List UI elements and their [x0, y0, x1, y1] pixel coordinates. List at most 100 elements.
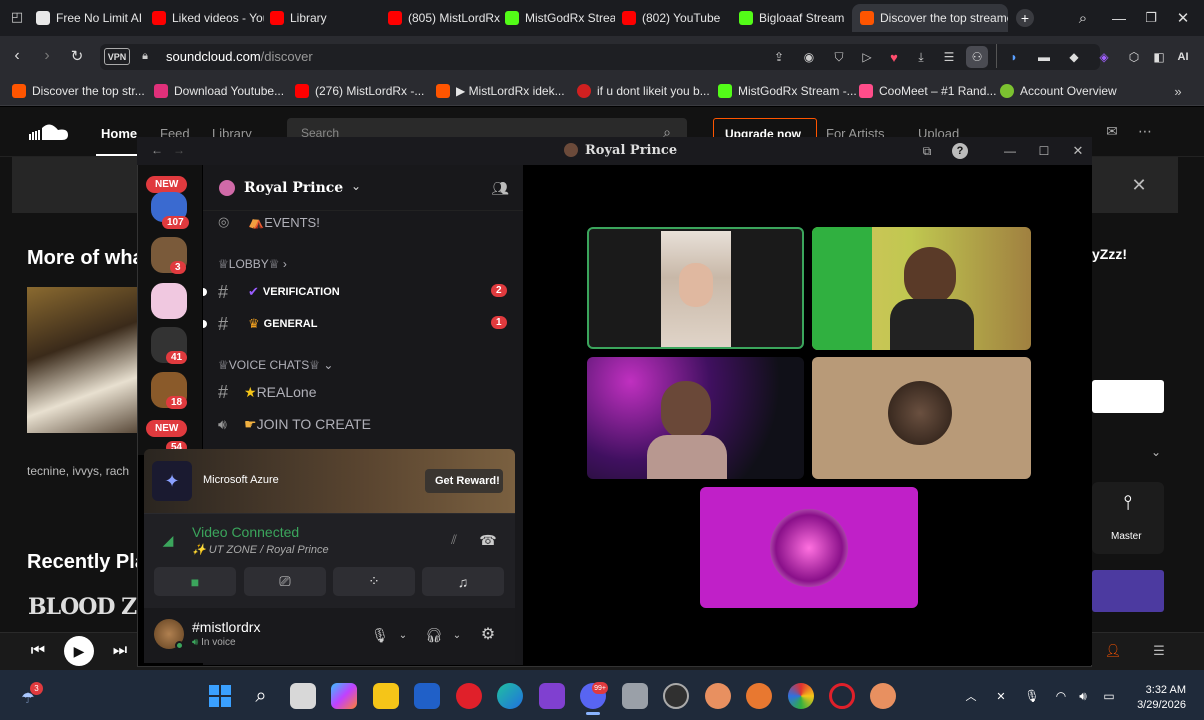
back-arrow-icon[interactable]: ←: [150, 143, 164, 157]
extension-mask-icon[interactable]: ▬: [1035, 48, 1053, 66]
sidebar-toggle-icon[interactable]: ◰: [8, 8, 26, 26]
close-icon[interactable]: ✕: [1070, 143, 1086, 159]
more-icon[interactable]: ⋯: [1136, 122, 1154, 140]
screen-share-button[interactable]: ⎚: [244, 567, 326, 596]
forward-arrow-icon[interactable]: →: [172, 143, 186, 157]
microphone-icon[interactable]: 🎙︎: [371, 626, 389, 644]
clock-time[interactable]: 3:32 AM: [1140, 684, 1186, 696]
app-icon[interactable]: [746, 683, 772, 709]
disconnect-icon[interactable]: ☎: [478, 531, 498, 549]
microphone-icon[interactable]: 🎙︎: [1024, 689, 1039, 703]
previous-icon[interactable]: ⏮︎: [28, 641, 48, 661]
chevron-down-icon[interactable]: ⌄: [451, 626, 463, 644]
heart-icon[interactable]: ♥: [885, 48, 903, 66]
chevron-down-icon[interactable]: ⌄: [1148, 444, 1164, 460]
follow-user-icon[interactable]: 👤︎: [1104, 642, 1122, 660]
bookmark-download-youtube[interactable]: Download Youtube...: [154, 81, 284, 101]
forward-arrow-icon[interactable]: ›: [38, 47, 56, 65]
maximize-icon[interactable]: ☐: [1036, 143, 1052, 159]
wifi-icon[interactable]: ◠: [1054, 689, 1068, 703]
close-icon[interactable]: ✕: [1174, 9, 1192, 27]
help-icon[interactable]: ?: [952, 143, 968, 159]
noise-suppression-icon[interactable]: ⫽: [444, 531, 464, 549]
master-card[interactable]: ⫯ Master: [1092, 482, 1164, 554]
chevron-up-icon[interactable]: ︿: [964, 689, 978, 703]
extension-diamond-icon[interactable]: ◆: [1065, 48, 1083, 66]
channel-join-to-create[interactable]: 🔊︎ ☛ JOIN TO CREATE: [218, 412, 371, 436]
outlook-icon[interactable]: [414, 683, 440, 709]
app-icon[interactable]: [705, 683, 731, 709]
follow-button[interactable]: [1092, 380, 1164, 413]
play-pause-icon[interactable]: ▶: [64, 636, 94, 666]
vpn-badge[interactable]: VPN: [104, 48, 130, 65]
tab-bigloaaf-stream[interactable]: Bigloaaf Stream: [739, 4, 849, 32]
video-tile[interactable]: [812, 227, 1031, 350]
copilot-icon[interactable]: [331, 683, 357, 709]
soundboard-button[interactable]: ♫: [422, 567, 504, 596]
chrome-icon[interactable]: [788, 683, 814, 709]
ai-button[interactable]: AI: [1168, 46, 1198, 68]
promo-banner[interactable]: ✦ Microsoft Azure Get Reward!: [144, 449, 515, 513]
sidebar-icon[interactable]: ◧: [1150, 48, 1168, 66]
channel-verification[interactable]: # ✔ VERIFICATION: [218, 280, 340, 304]
profile-icon[interactable]: ⚇: [966, 46, 988, 68]
download-icon[interactable]: ⤓: [912, 48, 930, 66]
more-bookmarks-icon[interactable]: »: [1170, 83, 1186, 99]
tab-free-ai[interactable]: Free No Limit AI I: [36, 4, 146, 32]
edge-icon[interactable]: [497, 683, 523, 709]
tab-soundcloud-active[interactable]: Discover the top streamed: [852, 4, 1008, 32]
battery-icon[interactable]: ▭: [1098, 689, 1120, 703]
clock-date[interactable]: 3/29/2026: [1130, 699, 1186, 711]
list-icon[interactable]: ☰: [940, 48, 958, 66]
channel-events[interactable]: ◎ ⛺ EVENTS!: [218, 210, 320, 234]
clipchamp-icon[interactable]: [539, 683, 565, 709]
headphones-icon[interactable]: 🎧︎: [425, 626, 443, 644]
clock-app-icon[interactable]: [663, 683, 689, 709]
camera-icon[interactable]: ◉: [800, 48, 818, 66]
opera-icon[interactable]: [456, 683, 482, 709]
inbox-icon[interactable]: ⧉: [919, 143, 935, 159]
server-header[interactable]: Royal Prince ⌄ 👥︎: [203, 165, 523, 211]
track-artwork[interactable]: [27, 287, 137, 433]
queue-icon[interactable]: ☰: [1150, 642, 1168, 660]
banner-close-icon[interactable]: ✕: [1128, 174, 1150, 196]
server-icon[interactable]: [151, 283, 187, 319]
url-text[interactable]: soundcloud.com/discover: [166, 49, 313, 64]
video-tile[interactable]: [587, 357, 804, 479]
next-icon[interactable]: ⏭︎: [110, 641, 130, 661]
signal-icon[interactable]: ◢: [158, 530, 178, 550]
channel-realone[interactable]: # ★ REALone: [218, 380, 317, 404]
invite-people-icon[interactable]: 👥︎: [491, 179, 509, 197]
messages-icon[interactable]: ✉: [1103, 122, 1121, 140]
chevron-down-icon[interactable]: ⌄: [397, 626, 409, 644]
app-icon[interactable]: [870, 683, 896, 709]
category-voice-chats[interactable]: ♕ VOICE CHATS ♕ ⌄: [218, 353, 333, 377]
extension-wave-icon[interactable]: ◗: [1005, 48, 1023, 66]
tab-mistlordrx[interactable]: (805) MistLordRx: [388, 4, 500, 32]
activities-button[interactable]: ⁘: [333, 567, 415, 596]
new-tab-icon[interactable]: +: [1016, 9, 1034, 27]
share-icon[interactable]: ⇪: [770, 48, 788, 66]
channel-general[interactable]: # ♛ GENERAL: [218, 312, 317, 336]
bookmark-discover[interactable]: Discover the top str...: [12, 81, 145, 101]
tab-library[interactable]: Library: [270, 4, 380, 32]
voice-status[interactable]: Video Connected: [192, 524, 299, 540]
extensions-icon[interactable]: ⬡: [1125, 48, 1143, 66]
minimize-icon[interactable]: —: [1002, 143, 1018, 159]
bookmark-mistlordrx-idek[interactable]: ▶ MistLordRx idek...: [436, 81, 565, 101]
settings-gear-icon[interactable]: ⚙: [479, 625, 497, 643]
bookmark-coomeet[interactable]: CooMeet – #1 Rand...: [859, 81, 996, 101]
minimize-icon[interactable]: —: [1110, 9, 1128, 27]
category-lobby[interactable]: ♕ LOBBY ♕ ›: [218, 252, 287, 276]
play-icon[interactable]: ▷: [858, 48, 876, 66]
camera-app-icon[interactable]: [622, 683, 648, 709]
promo-block[interactable]: [1092, 570, 1164, 612]
opera-gx-icon[interactable]: [829, 683, 855, 709]
system-tray-icon[interactable]: ✕: [994, 689, 1008, 703]
search-icon[interactable]: ⌕: [248, 683, 274, 709]
shield-icon[interactable]: ⛉: [830, 48, 848, 66]
bookmark-mistlordrx[interactable]: (276) MistLordRx -...: [295, 81, 424, 101]
tab-mistgodrx-stream[interactable]: MistGodRx Stream: [505, 4, 615, 32]
bookmark-mistgodrx-stream[interactable]: MistGodRx Stream -...: [718, 81, 857, 101]
restore-icon[interactable]: ❐: [1142, 9, 1160, 27]
